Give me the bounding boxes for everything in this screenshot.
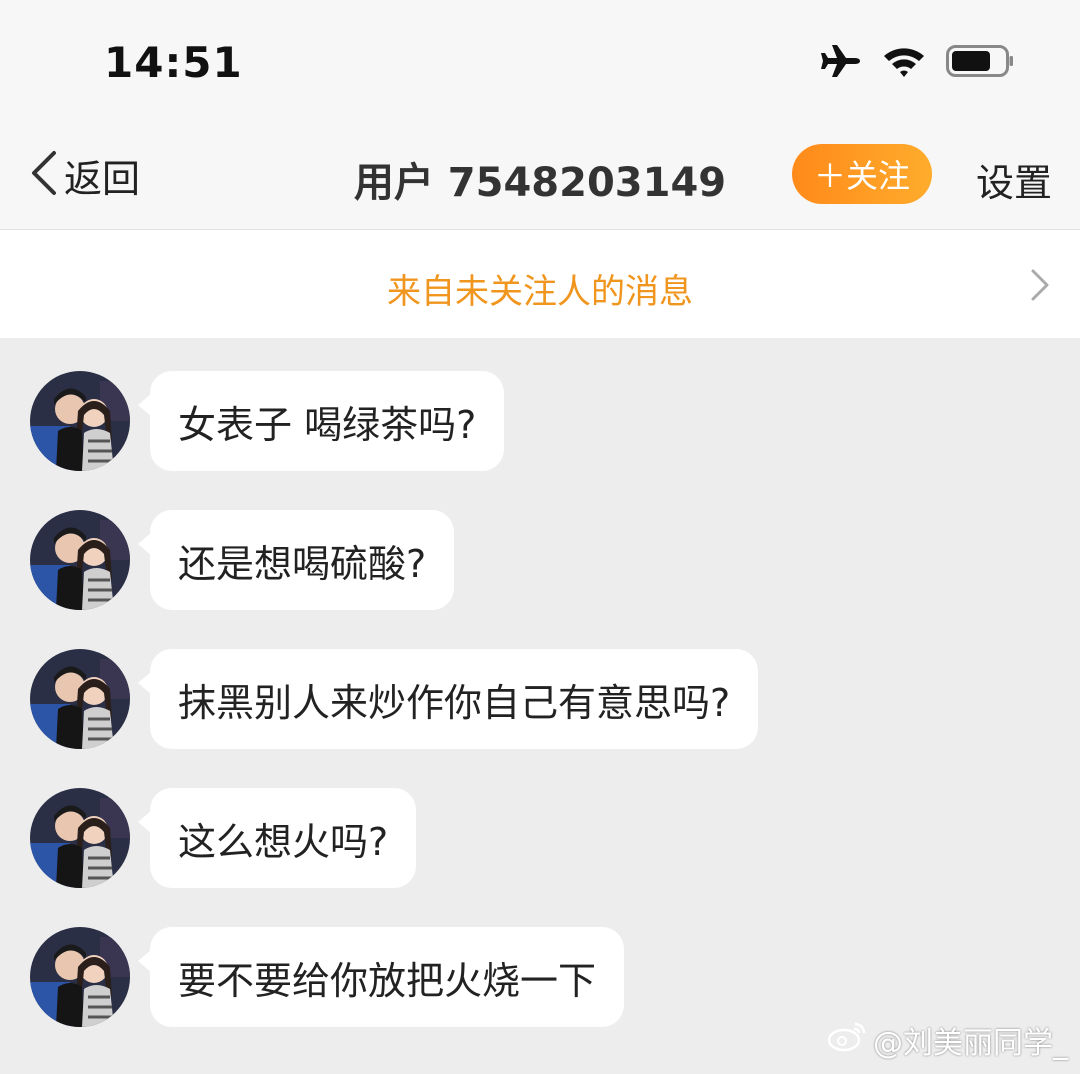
avatar[interactable] [30, 371, 130, 471]
avatar[interactable] [30, 788, 130, 888]
message-bubble[interactable]: 要不要给你放把火烧一下 [137, 927, 625, 1027]
message-row: 还是想喝硫酸? [30, 509, 455, 611]
message-row: 抹黑别人来炒作你自己有意思吗? [30, 648, 759, 750]
avatar[interactable] [30, 927, 130, 1027]
avatar[interactable] [30, 510, 130, 610]
nav-bar: 返回 用户 7548203149 ＋关注 设置 [0, 120, 1080, 230]
back-label: 返回 [64, 156, 141, 201]
status-icons [820, 40, 1014, 82]
back-button[interactable]: 返回 [28, 149, 141, 201]
message-row: 这么想火吗? [30, 787, 417, 889]
message-bubble[interactable]: 这么想火吗? [137, 788, 417, 888]
message-bubble[interactable]: 抹黑别人来炒作你自己有意思吗? [137, 649, 759, 749]
message-row: 女表子 喝绿茶吗? [30, 370, 505, 472]
settings-button[interactable]: 设置 [976, 152, 1052, 207]
chevron-right-icon [1030, 268, 1050, 306]
battery-icon [946, 44, 1014, 78]
status-time: 14:51 [104, 38, 243, 87]
watermark-text: @刘美丽同学_ [873, 1026, 1068, 1061]
message-bubble[interactable]: 还是想喝硫酸? [137, 510, 455, 610]
stranger-message-label: 来自未关注人的消息 [387, 272, 693, 312]
weibo-logo-icon [827, 1020, 873, 1060]
avatar[interactable] [30, 649, 130, 749]
chevron-left-icon [28, 149, 58, 201]
airplane-icon [820, 43, 862, 79]
chat-area: 女表子 喝绿茶吗? 还是想喝硫酸? 抹黑别人来炒作你自己有意思吗? 这么想火吗?… [0, 338, 1080, 1074]
wifi-icon [882, 44, 926, 78]
message-row: 要不要给你放把火烧一下 [30, 926, 625, 1028]
weibo-watermark: @刘美丽同学_ [827, 1018, 1068, 1062]
message-bubble[interactable]: 女表子 喝绿茶吗? [137, 371, 505, 471]
status-bar: 14:51 [0, 0, 1080, 120]
stranger-message-banner[interactable]: 来自未关注人的消息 [0, 230, 1080, 338]
follow-button[interactable]: ＋关注 [792, 144, 932, 204]
